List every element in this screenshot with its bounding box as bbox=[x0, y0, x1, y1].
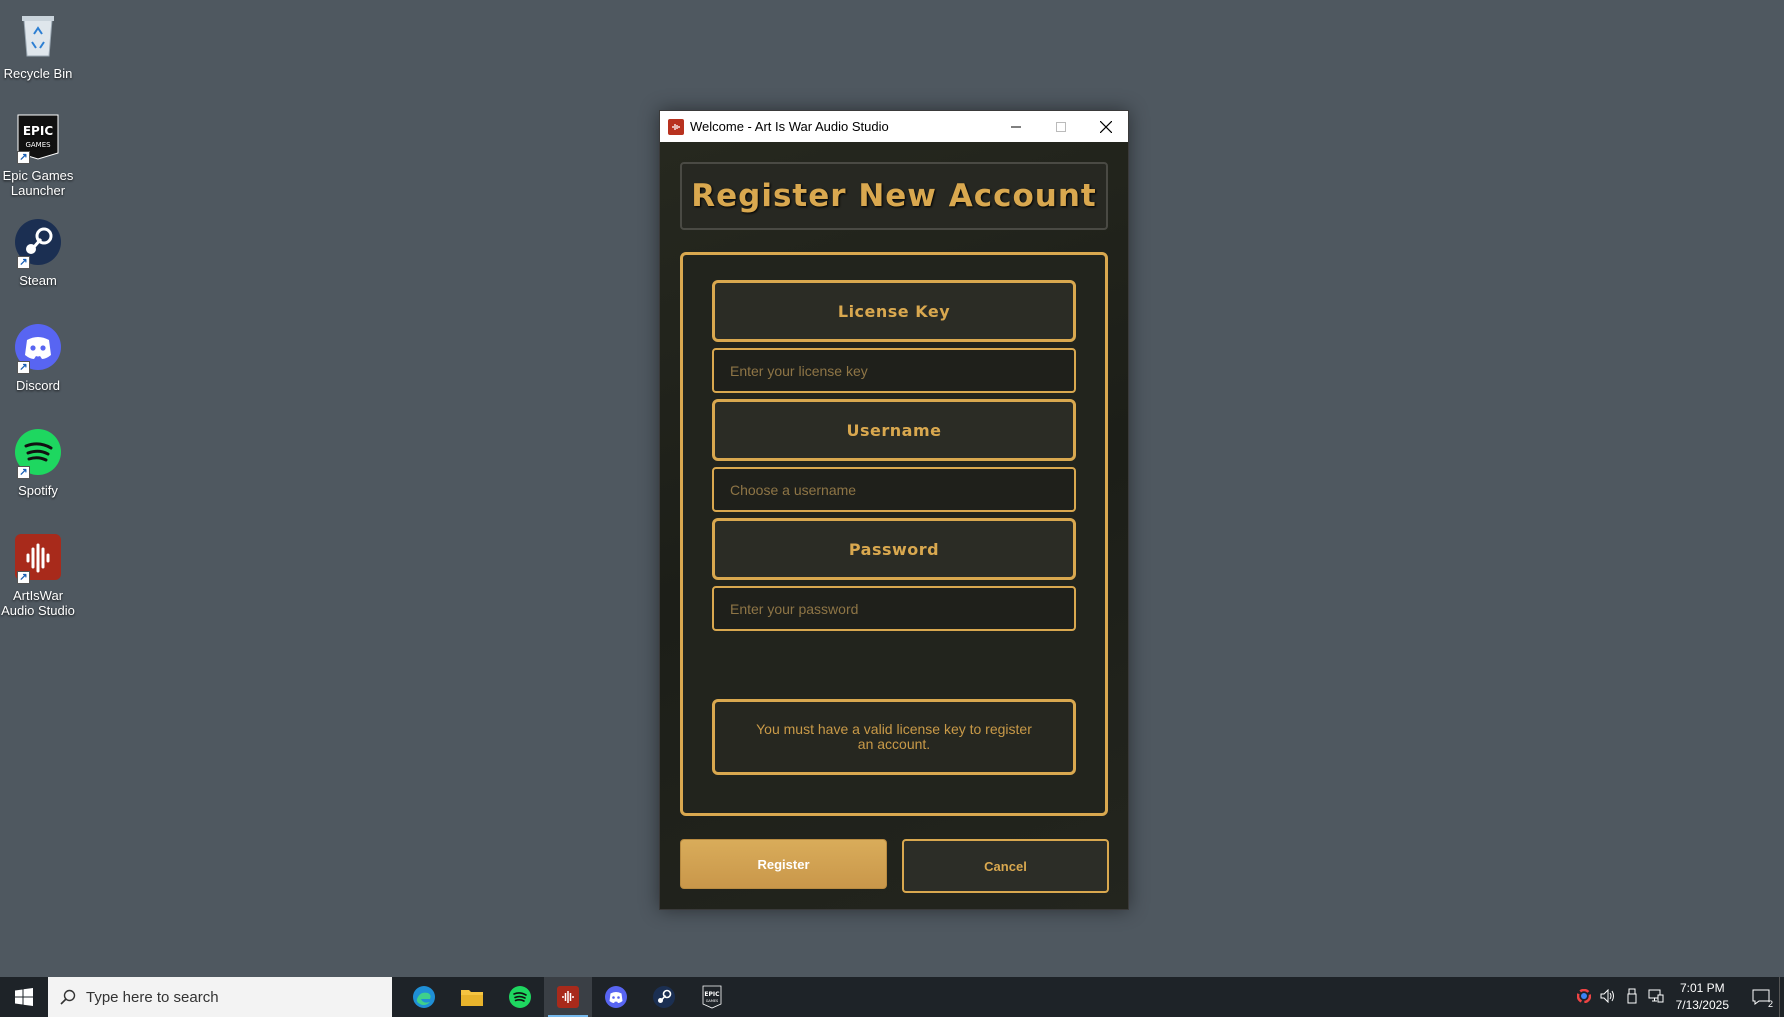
minimize-icon bbox=[1010, 126, 1021, 127]
discord-icon: ↗ bbox=[11, 320, 65, 374]
desktop-icon-discord[interactable]: ↗ Discord bbox=[0, 320, 76, 393]
minimize-button[interactable] bbox=[993, 111, 1038, 142]
usb-device-icon[interactable] bbox=[1620, 988, 1644, 1007]
window-titlebar[interactable]: Welcome - Art Is War Audio Studio bbox=[660, 111, 1128, 142]
taskbar-steam[interactable] bbox=[640, 977, 688, 1017]
taskbar-spotify[interactable] bbox=[496, 977, 544, 1017]
volume-icon[interactable] bbox=[1596, 988, 1620, 1006]
svg-text:GAMES: GAMES bbox=[25, 141, 51, 149]
password-input[interactable] bbox=[712, 586, 1076, 631]
license-info-message: You must have a valid license key to reg… bbox=[712, 699, 1076, 775]
shortcut-arrow-icon: ↗ bbox=[17, 151, 30, 164]
license-key-input[interactable] bbox=[712, 348, 1076, 393]
color-app-tray-icon[interactable] bbox=[1572, 988, 1596, 1006]
spotify-icon: ↗ bbox=[11, 425, 65, 479]
shortcut-arrow-icon: ↗ bbox=[17, 256, 30, 269]
taskbar-edge[interactable] bbox=[400, 977, 448, 1017]
taskbar-file-explorer[interactable] bbox=[448, 977, 496, 1017]
password-label: Password bbox=[712, 518, 1076, 580]
artiswar-icon: ↗ bbox=[11, 530, 65, 584]
cancel-button[interactable]: Cancel bbox=[902, 839, 1109, 893]
close-button[interactable] bbox=[1083, 111, 1128, 142]
license-key-label: License Key bbox=[712, 280, 1076, 342]
desktop-icon-label: Discord bbox=[15, 378, 61, 393]
desktop-icon-steam[interactable]: ↗ Steam bbox=[0, 215, 76, 288]
app-icon bbox=[668, 118, 684, 135]
start-button[interactable] bbox=[0, 977, 48, 1017]
steam-icon bbox=[653, 986, 675, 1008]
system-tray: 7:01 PM 7/13/2025 2 bbox=[1572, 977, 1784, 1017]
network-icon[interactable] bbox=[1644, 989, 1668, 1006]
window-client: Register New Account License Key Usernam… bbox=[660, 142, 1128, 909]
svg-text:EPIC: EPIC bbox=[704, 991, 720, 998]
username-label: Username bbox=[712, 399, 1076, 461]
discord-icon bbox=[605, 986, 627, 1008]
desktop-icon-recycle-bin[interactable]: Recycle Bin bbox=[0, 8, 76, 81]
search-placeholder: Type here to search bbox=[86, 988, 219, 1006]
notification-count: 2 bbox=[1767, 999, 1773, 1009]
desktop-icon-label: Spotify bbox=[18, 483, 58, 498]
taskbar-search[interactable]: Type here to search bbox=[48, 977, 392, 1017]
registration-form: License Key Username Password You must h… bbox=[680, 252, 1108, 816]
register-window: Welcome - Art Is War Audio Studio Regist… bbox=[659, 110, 1129, 910]
desktop-icon-label: Recycle Bin bbox=[3, 66, 73, 81]
windows-logo-icon bbox=[15, 988, 33, 1006]
desktop-icon-artiswar[interactable]: ↗ ArtIsWar Audio Studio bbox=[0, 530, 76, 618]
desktop-icon-spotify[interactable]: ↗ Spotify bbox=[0, 425, 76, 498]
maximize-icon bbox=[1055, 121, 1066, 132]
spotify-icon bbox=[509, 986, 531, 1008]
desktop-icon-label: ArtIsWar Audio Studio bbox=[1, 588, 75, 618]
clock[interactable]: 7:01 PM 7/13/2025 bbox=[1676, 980, 1729, 1014]
artiswar-icon bbox=[557, 986, 579, 1008]
edge-icon bbox=[413, 986, 435, 1008]
shortcut-arrow-icon: ↗ bbox=[17, 466, 30, 479]
shortcut-arrow-icon: ↗ bbox=[17, 361, 30, 374]
desktop-icon-label: Steam bbox=[19, 273, 57, 288]
steam-icon: ↗ bbox=[11, 215, 65, 269]
svg-text:EPIC: EPIC bbox=[23, 124, 53, 138]
epic-games-icon: EPICGAMES bbox=[702, 985, 722, 1009]
taskbar: Type here to search EPIC GAMES 7:01 PM 7… bbox=[0, 977, 1784, 1017]
search-icon bbox=[60, 989, 76, 1005]
taskbar-epic-games[interactable]: EPIC GAMES bbox=[688, 977, 736, 1017]
maximize-button bbox=[1038, 111, 1083, 142]
taskbar-discord[interactable] bbox=[592, 977, 640, 1017]
shortcut-arrow-icon: ↗ bbox=[17, 571, 30, 584]
recycle-bin-icon bbox=[11, 8, 65, 62]
clock-time: 7:01 PM bbox=[1679, 981, 1725, 995]
desktop-icon-epic-games[interactable]: EPIC GAMES ↗ Epic Games Launcher bbox=[0, 110, 76, 198]
svg-text:GAMES: GAMES bbox=[706, 999, 719, 1003]
close-icon bbox=[1099, 120, 1112, 133]
page-title: Register New Account bbox=[680, 162, 1108, 230]
username-input[interactable] bbox=[712, 467, 1076, 512]
epic-games-icon: EPIC GAMES ↗ bbox=[11, 110, 65, 164]
show-desktop-button[interactable] bbox=[1779, 977, 1784, 1017]
desktop-icon-label: Epic Games Launcher bbox=[2, 168, 74, 198]
window-title: Welcome - Art Is War Audio Studio bbox=[690, 119, 889, 134]
register-button[interactable]: Register bbox=[680, 839, 887, 889]
notification-center-button[interactable]: 2 bbox=[1743, 977, 1779, 1017]
taskbar-artiswar[interactable] bbox=[544, 977, 592, 1017]
folder-icon bbox=[461, 990, 483, 1006]
clock-date: 7/13/2025 bbox=[1675, 998, 1729, 1012]
